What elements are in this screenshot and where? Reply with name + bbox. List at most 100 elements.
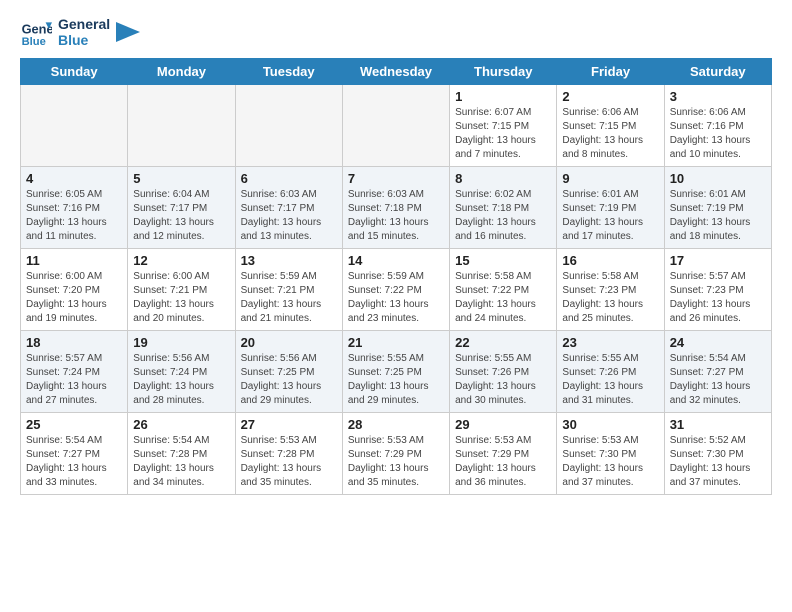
day-number: 23 xyxy=(562,335,658,350)
cell-sun-info: Sunrise: 6:02 AMSunset: 7:18 PMDaylight:… xyxy=(455,188,551,244)
weekday-header-tuesday: Tuesday xyxy=(235,59,342,85)
week-row-4: 18 Sunrise: 5:57 AMSunset: 7:24 PMDayligh… xyxy=(21,331,772,413)
cell-sun-info: Sunrise: 5:59 AMSunset: 7:22 PMDaylight:… xyxy=(348,270,444,326)
logo: General Blue General Blue xyxy=(20,16,140,48)
day-number: 30 xyxy=(562,417,658,432)
cell-sun-info: Sunrise: 5:55 AMSunset: 7:26 PMDaylight:… xyxy=(562,352,658,408)
calendar-cell: 28 Sunrise: 5:53 AMSunset: 7:29 PMDayligh… xyxy=(342,413,449,495)
calendar-cell: 10 Sunrise: 6:01 AMSunset: 7:19 PMDayligh… xyxy=(664,167,771,249)
logo-arrow xyxy=(116,22,140,42)
calendar-cell: 5Sunrise: 6:04 AMSunset: 7:17 PMDaylight… xyxy=(128,167,235,249)
calendar-cell xyxy=(128,85,235,167)
calendar-cell: 22Sunrise: 5:55 AMSunset: 7:26 PMDayligh… xyxy=(450,331,557,413)
week-row-5: 25 Sunrise: 5:54 AMSunset: 7:27 PMDayligh… xyxy=(21,413,772,495)
cell-sun-info: Sunrise: 5:53 AMSunset: 7:30 PMDaylight:… xyxy=(562,434,658,490)
day-number: 19 xyxy=(133,335,229,350)
day-number: 16 xyxy=(562,253,658,268)
calendar-cell xyxy=(235,85,342,167)
svg-text:Blue: Blue xyxy=(22,36,46,48)
weekday-header-monday: Monday xyxy=(128,59,235,85)
cell-sun-info: Sunrise: 5:53 AMSunset: 7:29 PMDaylight:… xyxy=(455,434,551,490)
cell-sun-info: Sunrise: 6:06 AMSunset: 7:16 PMDaylight:… xyxy=(670,106,766,162)
cell-sun-info: Sunrise: 6:04 AMSunset: 7:17 PMDaylight:… xyxy=(133,188,229,244)
calendar-cell: 19 Sunrise: 5:56 AMSunset: 7:24 PMDayligh… xyxy=(128,331,235,413)
cell-sun-info: Sunrise: 6:00 AMSunset: 7:20 PMDaylight:… xyxy=(26,270,122,326)
calendar-cell: 31Sunrise: 5:52 AMSunset: 7:30 PMDayligh… xyxy=(664,413,771,495)
calendar-table: SundayMondayTuesdayWednesdayThursdayFrid… xyxy=(20,58,772,495)
logo-general: General xyxy=(58,16,110,32)
calendar-cell: 11 Sunrise: 6:00 AMSunset: 7:20 PMDayligh… xyxy=(21,249,128,331)
page-header: General Blue General Blue xyxy=(20,16,772,48)
cell-sun-info: Sunrise: 5:54 AMSunset: 7:27 PMDaylight:… xyxy=(26,434,122,490)
calendar-cell: 9Sunrise: 6:01 AMSunset: 7:19 PMDaylight… xyxy=(557,167,664,249)
calendar-cell: 26Sunrise: 5:54 AMSunset: 7:28 PMDayligh… xyxy=(128,413,235,495)
day-number: 29 xyxy=(455,417,551,432)
day-number: 6 xyxy=(241,171,337,186)
day-number: 9 xyxy=(562,171,658,186)
day-number: 28 xyxy=(348,417,444,432)
day-number: 10 xyxy=(670,171,766,186)
day-number: 18 xyxy=(26,335,122,350)
day-number: 24 xyxy=(670,335,766,350)
day-number: 12 xyxy=(133,253,229,268)
day-number: 20 xyxy=(241,335,337,350)
calendar-cell: 20 Sunrise: 5:56 AMSunset: 7:25 PMDayligh… xyxy=(235,331,342,413)
day-number: 11 xyxy=(26,253,122,268)
logo-blue: Blue xyxy=(58,32,110,48)
calendar-cell xyxy=(342,85,449,167)
calendar-cell: 27 Sunrise: 5:53 AMSunset: 7:28 PMDayligh… xyxy=(235,413,342,495)
day-number: 17 xyxy=(670,253,766,268)
day-number: 26 xyxy=(133,417,229,432)
cell-sun-info: Sunrise: 6:01 AMSunset: 7:19 PMDaylight:… xyxy=(670,188,766,244)
weekday-header-row: SundayMondayTuesdayWednesdayThursdayFrid… xyxy=(21,59,772,85)
cell-sun-info: Sunrise: 5:57 AMSunset: 7:24 PMDaylight:… xyxy=(26,352,122,408)
cell-sun-info: Sunrise: 5:54 AMSunset: 7:27 PMDaylight:… xyxy=(670,352,766,408)
day-number: 27 xyxy=(241,417,337,432)
day-number: 4 xyxy=(26,171,122,186)
logo-icon: General Blue xyxy=(20,16,52,48)
day-number: 2 xyxy=(562,89,658,104)
calendar-cell: 6Sunrise: 6:03 AMSunset: 7:17 PMDaylight… xyxy=(235,167,342,249)
calendar-cell: 25 Sunrise: 5:54 AMSunset: 7:27 PMDayligh… xyxy=(21,413,128,495)
week-row-2: 4 Sunrise: 6:05 AMSunset: 7:16 PMDaylight… xyxy=(21,167,772,249)
calendar-cell: 4 Sunrise: 6:05 AMSunset: 7:16 PMDaylight… xyxy=(21,167,128,249)
cell-sun-info: Sunrise: 6:00 AMSunset: 7:21 PMDaylight:… xyxy=(133,270,229,326)
day-number: 15 xyxy=(455,253,551,268)
calendar-cell: 3Sunrise: 6:06 AMSunset: 7:16 PMDaylight… xyxy=(664,85,771,167)
day-number: 7 xyxy=(348,171,444,186)
day-number: 21 xyxy=(348,335,444,350)
week-row-3: 11 Sunrise: 6:00 AMSunset: 7:20 PMDayligh… xyxy=(21,249,772,331)
calendar-cell: 14 Sunrise: 5:59 AMSunset: 7:22 PMDayligh… xyxy=(342,249,449,331)
cell-sun-info: Sunrise: 5:55 AMSunset: 7:25 PMDaylight:… xyxy=(348,352,444,408)
calendar-cell: 30 Sunrise: 5:53 AMSunset: 7:30 PMDayligh… xyxy=(557,413,664,495)
calendar-cell xyxy=(21,85,128,167)
cell-sun-info: Sunrise: 5:56 AMSunset: 7:25 PMDaylight:… xyxy=(241,352,337,408)
day-number: 22 xyxy=(455,335,551,350)
cell-sun-info: Sunrise: 5:53 AMSunset: 7:29 PMDaylight:… xyxy=(348,434,444,490)
cell-sun-info: Sunrise: 6:07 AMSunset: 7:15 PMDaylight:… xyxy=(455,106,551,162)
day-number: 8 xyxy=(455,171,551,186)
cell-sun-info: Sunrise: 5:58 AMSunset: 7:23 PMDaylight:… xyxy=(562,270,658,326)
weekday-header-wednesday: Wednesday xyxy=(342,59,449,85)
cell-sun-info: Sunrise: 6:05 AMSunset: 7:16 PMDaylight:… xyxy=(26,188,122,244)
weekday-header-saturday: Saturday xyxy=(664,59,771,85)
weekday-header-sunday: Sunday xyxy=(21,59,128,85)
cell-sun-info: Sunrise: 5:56 AMSunset: 7:24 PMDaylight:… xyxy=(133,352,229,408)
calendar-cell: 8 Sunrise: 6:02 AMSunset: 7:18 PMDaylight… xyxy=(450,167,557,249)
calendar-cell: 16 Sunrise: 5:58 AMSunset: 7:23 PMDayligh… xyxy=(557,249,664,331)
calendar-cell: 18 Sunrise: 5:57 AMSunset: 7:24 PMDayligh… xyxy=(21,331,128,413)
cell-sun-info: Sunrise: 6:03 AMSunset: 7:18 PMDaylight:… xyxy=(348,188,444,244)
calendar-cell: 7 Sunrise: 6:03 AMSunset: 7:18 PMDaylight… xyxy=(342,167,449,249)
cell-sun-info: Sunrise: 5:53 AMSunset: 7:28 PMDaylight:… xyxy=(241,434,337,490)
weekday-header-friday: Friday xyxy=(557,59,664,85)
week-row-1: 1 Sunrise: 6:07 AMSunset: 7:15 PMDaylight… xyxy=(21,85,772,167)
day-number: 13 xyxy=(241,253,337,268)
calendar-cell: 13 Sunrise: 5:59 AMSunset: 7:21 PMDayligh… xyxy=(235,249,342,331)
cell-sun-info: Sunrise: 5:59 AMSunset: 7:21 PMDaylight:… xyxy=(241,270,337,326)
day-number: 1 xyxy=(455,89,551,104)
cell-sun-info: Sunrise: 5:52 AMSunset: 7:30 PMDaylight:… xyxy=(670,434,766,490)
day-number: 25 xyxy=(26,417,122,432)
cell-sun-info: Sunrise: 6:06 AMSunset: 7:15 PMDaylight:… xyxy=(562,106,658,162)
day-number: 14 xyxy=(348,253,444,268)
calendar-cell: 29 Sunrise: 5:53 AMSunset: 7:29 PMDayligh… xyxy=(450,413,557,495)
